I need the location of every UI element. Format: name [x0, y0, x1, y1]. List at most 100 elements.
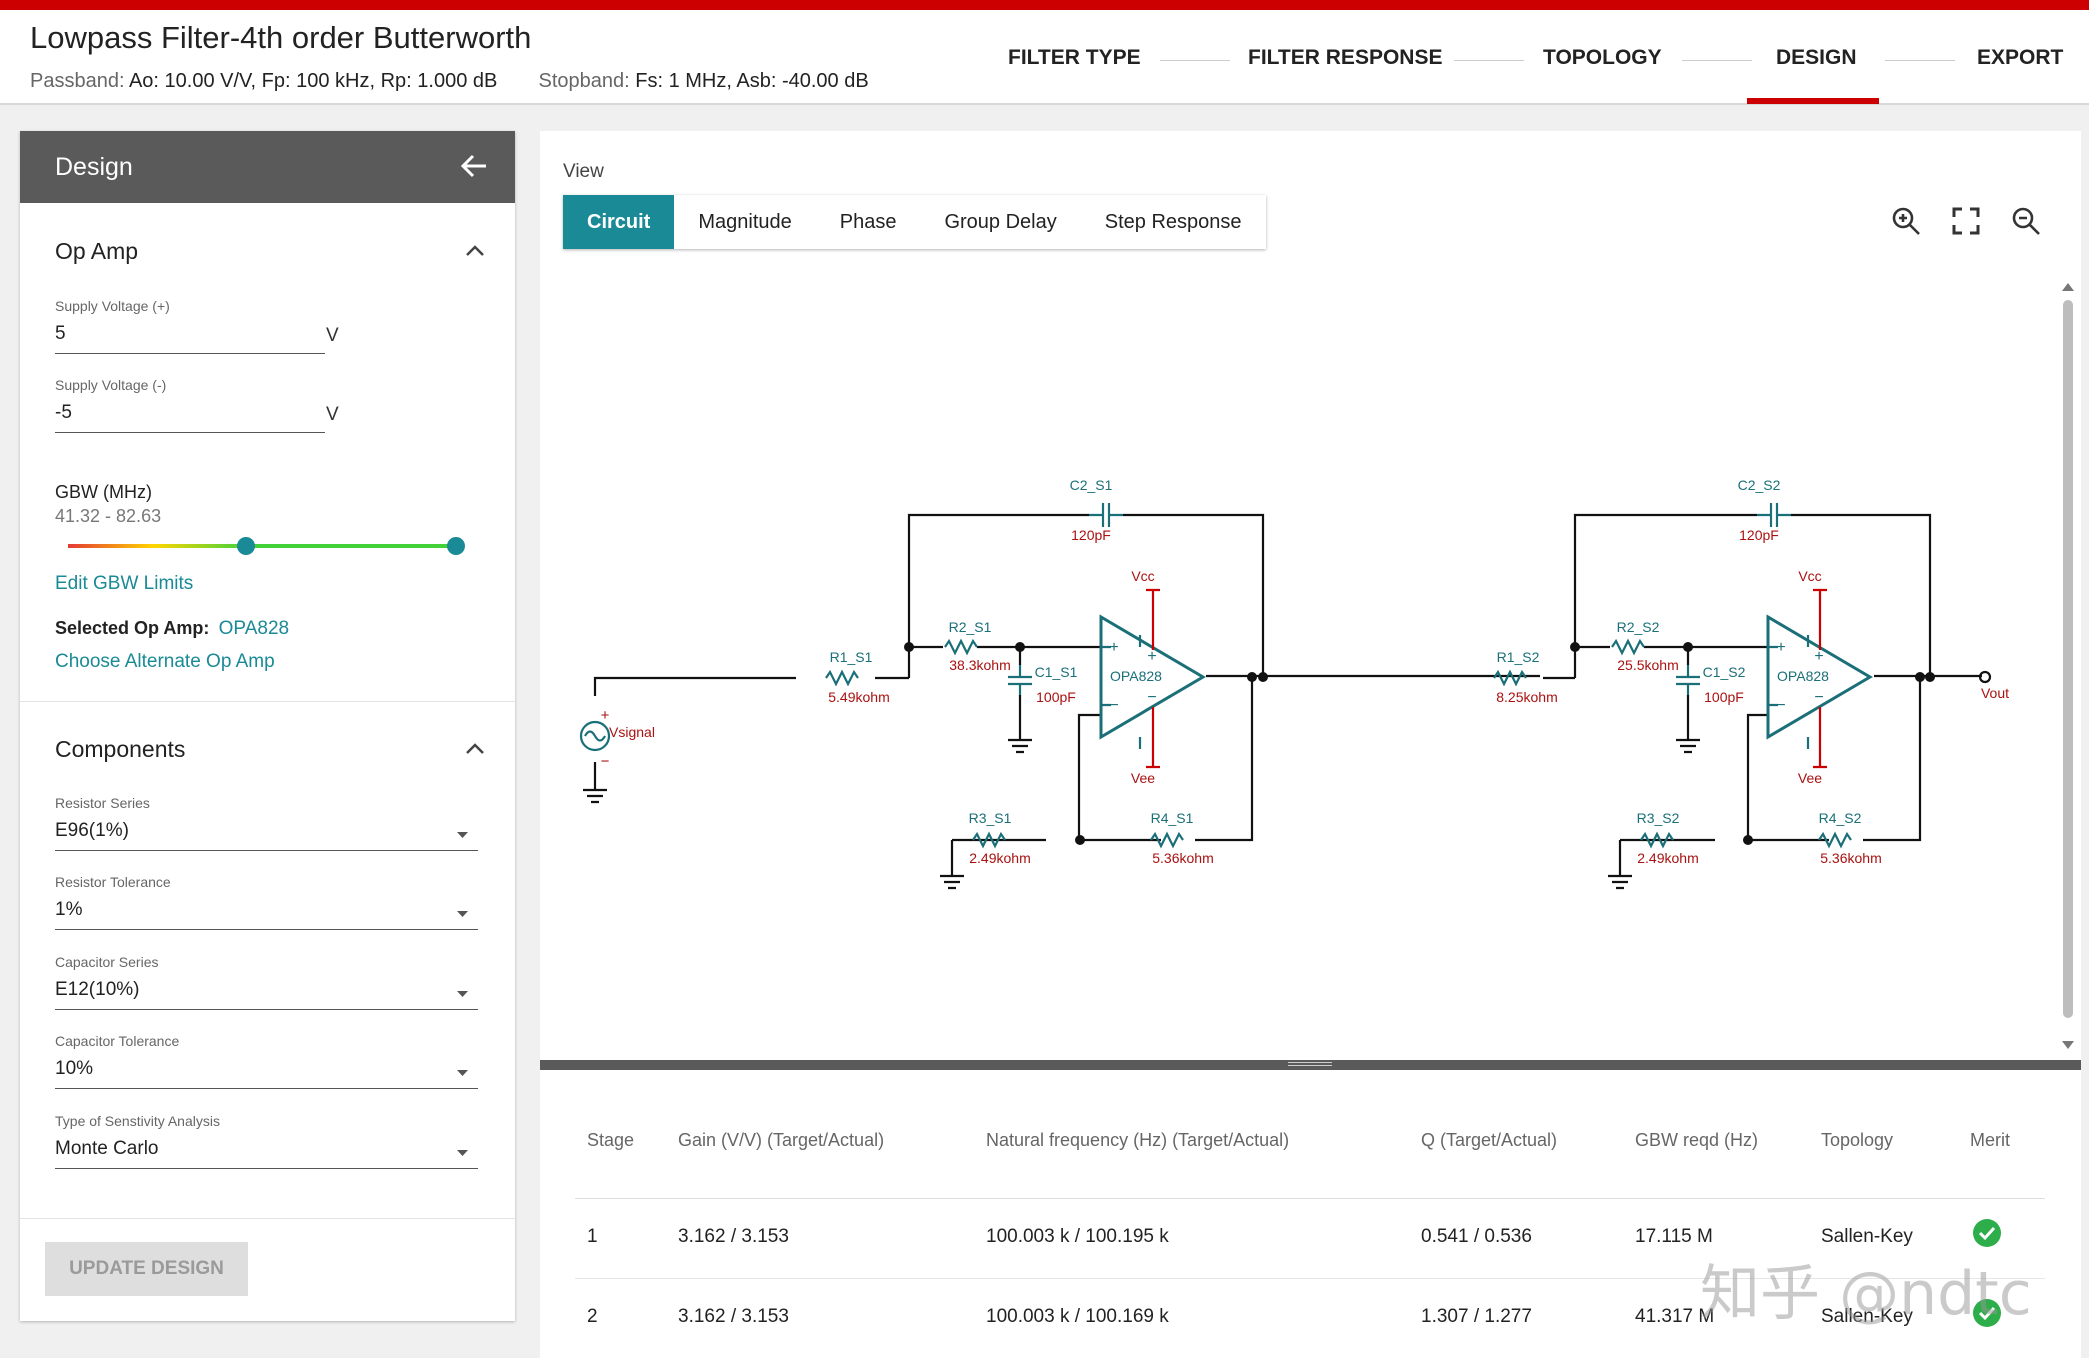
- supply-plus-label: Supply Voltage (+): [55, 298, 170, 314]
- nav-topology[interactable]: TOPOLOGY: [1543, 46, 1662, 70]
- nav-design[interactable]: DESIGN: [1776, 46, 1857, 70]
- nav-filter-type[interactable]: FILTER TYPE: [1008, 46, 1141, 70]
- r1-s2-label: R1_S2: [1497, 649, 1540, 665]
- col-q: Q (Target/Actual): [1421, 1130, 1558, 1150]
- svg-text:−: −: [1109, 697, 1118, 714]
- chevron-down-icon[interactable]: [457, 988, 468, 999]
- watermark: 知乎 @ndtc: [1700, 1259, 2032, 1329]
- cell-q: 0.541 / 0.536: [1421, 1226, 1532, 1247]
- cell-frequency: 100.003 k / 100.195 k: [986, 1226, 1169, 1247]
- r2-s2-label: R2_S2: [1617, 619, 1660, 635]
- scroll-up-icon[interactable]: [2062, 282, 2074, 292]
- update-design-button[interactable]: UPDATE DESIGN: [45, 1242, 248, 1296]
- cell-frequency: 100.003 k / 100.169 k: [986, 1306, 1169, 1327]
- svg-text:−: −: [601, 753, 610, 770]
- resistor-series-select[interactable]: E96(1%): [55, 820, 129, 842]
- slider-thumb-min: [237, 537, 255, 555]
- opamp-s1-label: OPA828: [1110, 668, 1162, 684]
- nav-active-underline: [1747, 98, 1879, 104]
- choose-alternate-opamp-link[interactable]: Choose Alternate Op Amp: [55, 651, 275, 673]
- circuit-schematic[interactable]: R1_S1 5.49kohm R2_S1 38.3kohm C1_S1 100p…: [540, 260, 2080, 1060]
- c1-s1-label: C1_S1: [1035, 664, 1078, 680]
- c2-s2-value: 120pF: [1739, 527, 1779, 543]
- components-heading: Components: [55, 736, 186, 762]
- r1-s1-value: 5.49kohm: [828, 689, 889, 705]
- selected-opamp-label: Selected Op Amp:: [55, 618, 210, 638]
- zoom-in-icon[interactable]: [1890, 205, 1922, 237]
- r3-s1-value: 2.49kohm: [969, 850, 1030, 866]
- wires: [593, 513, 1982, 876]
- nav-filter-response[interactable]: FILTER RESPONSE: [1248, 46, 1442, 70]
- gbw-label: GBW (MHz): [55, 482, 152, 502]
- r4-s2-label: R4_S2: [1819, 810, 1862, 826]
- nav-export[interactable]: EXPORT: [1977, 46, 2063, 70]
- c1-s1-value: 100pF: [1036, 689, 1076, 705]
- tab-step-response[interactable]: Step Response: [1081, 195, 1266, 249]
- c2-s1-value: 120pF: [1071, 527, 1111, 543]
- cell-q: 1.307 / 1.277: [1421, 1306, 1532, 1327]
- col-gain: Gain (V/V) (Target/Actual): [678, 1130, 885, 1150]
- vcc-s2-label: Vcc: [1798, 568, 1821, 584]
- zoom-out-icon[interactable]: [2010, 205, 2042, 237]
- tab-circuit[interactable]: Circuit: [563, 195, 675, 249]
- resistor-series-label: Resistor Series: [55, 795, 150, 811]
- r3-s1-label: R3_S1: [969, 810, 1012, 826]
- sensitivity-analysis-label: Type of Senstivity Analysis: [55, 1113, 220, 1129]
- chevron-down-icon[interactable]: [457, 908, 468, 919]
- tab-group-delay[interactable]: Group Delay: [920, 195, 1080, 249]
- vee-s2-label: Vee: [1798, 770, 1822, 786]
- svg-text:+: +: [1109, 639, 1118, 656]
- r4-s1-label: R4_S1: [1151, 810, 1194, 826]
- selected-opamp: Selected Op Amp: OPA828: [55, 618, 289, 640]
- sensitivity-analysis-select[interactable]: Monte Carlo: [55, 1138, 159, 1160]
- fit-screen-icon[interactable]: [1950, 205, 1982, 237]
- cell-gain: 3.162 / 3.153: [678, 1306, 789, 1327]
- r3-s2-label: R3_S2: [1637, 810, 1680, 826]
- tab-phase[interactable]: Phase: [816, 195, 921, 249]
- supply-minus-label: Supply Voltage (-): [55, 377, 167, 393]
- svg-text:−: −: [1147, 689, 1156, 706]
- slider-thumb-max: [447, 537, 465, 555]
- tab-magnitude[interactable]: Magnitude: [674, 195, 815, 249]
- supply-minus-input[interactable]: -5: [55, 402, 72, 424]
- capacitor-tolerance-select[interactable]: 10%: [55, 1058, 93, 1080]
- gbw-range-slider[interactable]: [62, 532, 492, 560]
- c2-s2-label: C2_S2: [1738, 477, 1781, 493]
- back-arrow-icon[interactable]: [459, 151, 489, 181]
- svg-text:−: −: [1814, 689, 1823, 706]
- supply-plus-input[interactable]: 5: [55, 323, 66, 345]
- r4-s1-value: 5.36kohm: [1152, 850, 1213, 866]
- chevron-down-icon[interactable]: [457, 1067, 468, 1078]
- selected-opamp-value[interactable]: OPA828: [219, 618, 289, 639]
- r1-s1-label: R1_S1: [830, 649, 873, 665]
- wizard-nav: FILTER TYPE FILTER RESPONSE TOPOLOGY DES…: [0, 10, 2089, 105]
- opamp-heading: Op Amp: [55, 238, 139, 264]
- col-merit: Merit: [1970, 1130, 2010, 1150]
- chevron-down-icon[interactable]: [457, 829, 468, 840]
- svg-text:−: −: [1776, 697, 1785, 714]
- gbw-range: 41.32 - 82.63: [55, 506, 162, 526]
- r2-s1-value: 38.3kohm: [949, 657, 1010, 673]
- supply-plus-unit: V: [326, 325, 339, 346]
- r2-s1-label: R2_S1: [949, 619, 992, 635]
- col-natural-frequency: Natural frequency (Hz) (Target/Actual): [986, 1130, 1290, 1150]
- chevron-up-icon[interactable]: [465, 741, 485, 755]
- resistor-tolerance-label: Resistor Tolerance: [55, 874, 171, 890]
- cell-stage: 2: [587, 1306, 598, 1327]
- scroll-down-icon[interactable]: [2062, 1040, 2074, 1050]
- resistor-tolerance-select[interactable]: 1%: [55, 899, 82, 921]
- chevron-up-icon[interactable]: [465, 243, 485, 257]
- edit-gbw-limits-link[interactable]: Edit GBW Limits: [55, 573, 193, 595]
- r1-s2-value: 8.25kohm: [1496, 689, 1557, 705]
- output-label: Vout: [1981, 685, 2009, 701]
- design-sidebar: Design Op Amp Supply Voltage (+) 5 V Sup…: [20, 131, 515, 1321]
- splitter-grip-icon[interactable]: [1288, 1062, 1332, 1066]
- opamp-s2-label: OPA828: [1777, 668, 1829, 684]
- capacitor-series-select[interactable]: E12(10%): [55, 979, 140, 1001]
- r2-s2-value: 25.5kohm: [1617, 657, 1678, 673]
- capacitor-series-label: Capacitor Series: [55, 954, 159, 970]
- vertical-scrollbar[interactable]: [2063, 300, 2073, 1018]
- source-label: Vsignal: [609, 724, 655, 740]
- chevron-down-icon[interactable]: [457, 1147, 468, 1158]
- col-topology: Topology: [1821, 1130, 1894, 1150]
